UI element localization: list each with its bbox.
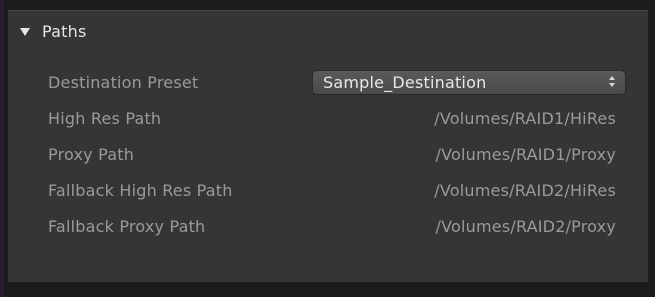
chevron-down-icon bbox=[609, 83, 615, 87]
paths-panel: Paths Destination Preset Sample_Destinat… bbox=[8, 10, 648, 282]
high-res-path-row: High Res Path /Volumes/RAID1/HiRes bbox=[8, 106, 648, 132]
chevron-up-icon bbox=[609, 76, 615, 80]
destination-preset-row: Destination Preset Sample_Destination bbox=[8, 70, 648, 96]
proxy-path-row: Proxy Path /Volumes/RAID1/Proxy bbox=[8, 142, 648, 168]
destination-preset-value: Sample_Destination bbox=[323, 73, 487, 92]
fallback-proxy-path-row: Fallback Proxy Path /Volumes/RAID2/Proxy bbox=[8, 214, 648, 240]
destination-preset-label: Destination Preset bbox=[48, 73, 199, 92]
proxy-path-label: Proxy Path bbox=[48, 145, 135, 164]
section-title: Paths bbox=[42, 21, 87, 41]
triangle-down-icon[interactable] bbox=[20, 27, 30, 36]
high-res-path-value: /Volumes/RAID1/HiRes bbox=[434, 109, 616, 128]
fallback-proxy-path-label: Fallback Proxy Path bbox=[48, 217, 206, 236]
destination-preset-select[interactable]: Sample_Destination bbox=[312, 70, 626, 95]
fallback-high-res-path-label: Fallback High Res Path bbox=[48, 181, 233, 200]
proxy-path-value: /Volumes/RAID1/Proxy bbox=[435, 145, 616, 164]
fallback-high-res-path-value: /Volumes/RAID2/HiRes bbox=[434, 181, 616, 200]
window-frame: Paths Destination Preset Sample_Destinat… bbox=[0, 0, 655, 297]
window-edge bbox=[0, 0, 4, 297]
high-res-path-label: High Res Path bbox=[48, 109, 162, 128]
paths-section-header[interactable]: Paths bbox=[20, 19, 86, 43]
fallback-proxy-path-value: /Volumes/RAID2/Proxy bbox=[435, 217, 616, 236]
fallback-high-res-path-row: Fallback High Res Path /Volumes/RAID2/Hi… bbox=[8, 178, 648, 204]
up-down-chevron-icon bbox=[609, 76, 617, 88]
